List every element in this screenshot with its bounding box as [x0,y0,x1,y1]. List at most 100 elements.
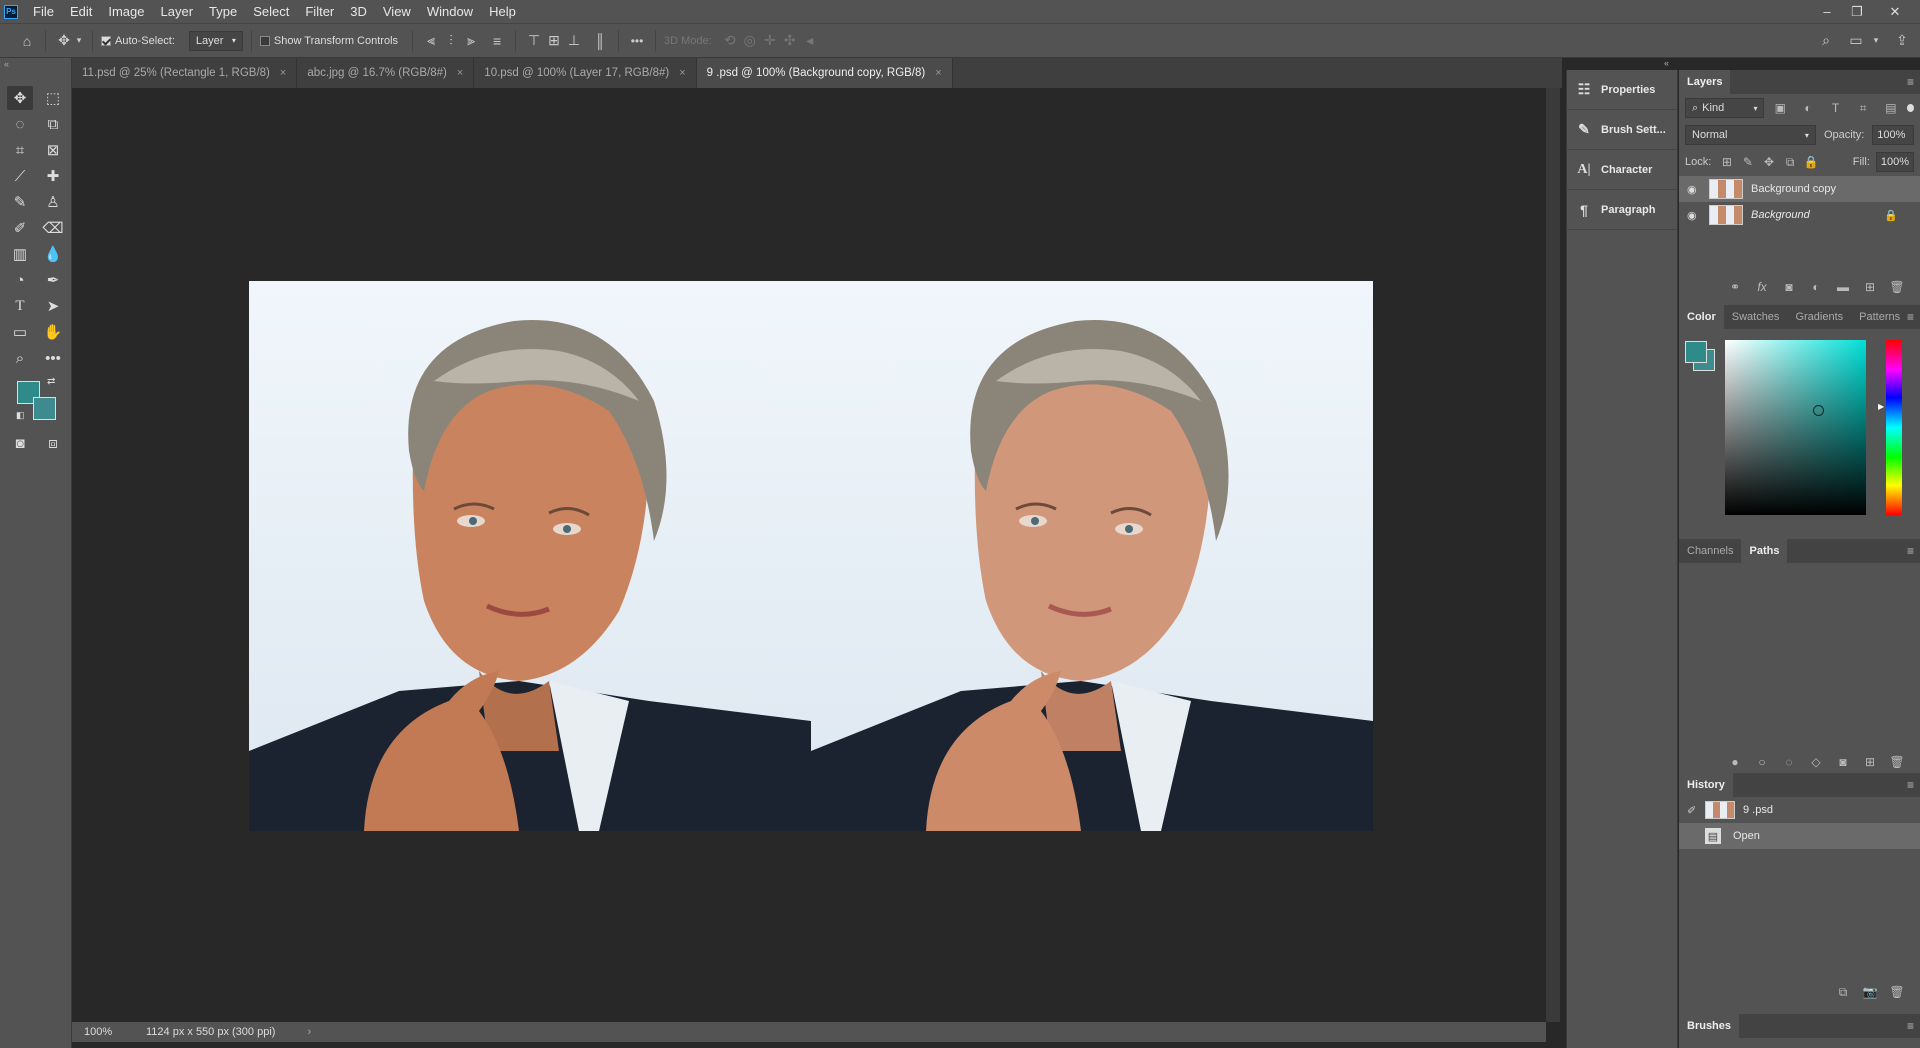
lock-transparent-icon[interactable]: ⊞ [1717,155,1736,169]
collapse-tools-icon[interactable]: « [4,59,9,69]
background-color-swatch[interactable] [33,397,56,420]
dodge-icon[interactable]: ◔ [7,268,33,292]
workspace-icon[interactable]: ▭ [1846,31,1866,51]
tab-9-psd[interactable]: 9 .psd @ 100% (Background copy, RGB/8) × [696,58,953,88]
hue-slider[interactable] [1886,340,1902,515]
load-selection-icon[interactable]: ◌ [1776,755,1802,769]
lock-artboard-icon[interactable]: ⧉ [1781,155,1800,170]
fill-field[interactable]: 100% [1875,152,1915,172]
tab-gradients[interactable]: Gradients [1787,305,1851,329]
panel-character-button[interactable]: A| Character [1567,150,1677,190]
tab-color[interactable]: Color [1679,305,1724,329]
clone-stamp-icon[interactable]: ♙ [40,190,66,214]
workspace-chevron-icon[interactable]: ▾ [1866,31,1886,51]
tab-abc-jpg[interactable]: abc.jpg @ 16.7% (RGB/8#) × [297,58,475,88]
crop-icon[interactable]: ⌗ [7,138,33,162]
document-canvas[interactable] [249,281,1373,831]
edit-toolbar-icon[interactable]: ••• [40,346,66,370]
color-field[interactable] [1725,340,1866,515]
vertical-scrollbar[interactable] [1546,88,1560,1022]
delete-state-icon[interactable]: 🗑 [1884,985,1910,999]
layer-filter-dropdown[interactable]: ⌕ Kind ▾ [1685,98,1765,118]
minimize-icon[interactable]: – [1814,0,1840,23]
menu-type[interactable]: Type [201,0,245,23]
panel-menu-icon[interactable]: ≡ [1907,75,1914,89]
history-brush-icon[interactable]: ✐ [1687,804,1701,817]
menu-layer[interactable]: Layer [153,0,202,23]
brush-icon[interactable]: ✎ [7,190,33,214]
new-group-icon[interactable]: ▬ [1830,280,1856,294]
panel-menu-icon[interactable]: ≡ [1907,1019,1914,1033]
align-right-icon[interactable]: ⫸ [461,31,481,51]
filter-adjustment-icon[interactable]: ◐ [1796,101,1820,115]
move-tool-icon[interactable]: ✥ [7,86,33,110]
hue-slider-handle[interactable]: ▶ [1878,402,1884,411]
close-tab-icon[interactable]: × [679,67,685,79]
path-selection-icon[interactable]: ➤ [40,294,66,318]
add-mask-icon[interactable]: ◙ [1830,755,1856,769]
distribute-vertical-icon[interactable]: ║ [590,31,610,51]
frame-icon[interactable]: ⊠ [40,138,66,162]
tab-channels[interactable]: Channels [1679,539,1741,563]
snapshot-icon[interactable]: 📷 [1857,985,1883,999]
tab-layers[interactable]: Layers [1679,70,1731,94]
filter-type-icon[interactable]: T [1824,101,1848,115]
pen-icon[interactable]: ✒ [40,268,66,292]
menu-image[interactable]: Image [100,0,152,23]
blur-icon[interactable]: 💧 [40,242,66,266]
restore-icon[interactable]: ❐ [1844,0,1870,23]
eye-icon[interactable]: ◉ [1687,209,1701,222]
menu-3d[interactable]: 3D [342,0,375,23]
delete-layer-icon[interactable]: 🗑 [1884,280,1910,294]
status-arrow-icon[interactable]: › [307,1026,311,1038]
search-icon[interactable]: ⌕ [1816,31,1836,51]
align-left-icon[interactable]: ⫷ [421,31,441,51]
quick-mask-icon[interactable]: ◙ [7,431,33,455]
blend-mode-dropdown[interactable]: Normal ▾ [1685,125,1816,145]
more-options-icon[interactable]: ••• [627,31,647,51]
color-picker-handle[interactable] [1813,405,1824,416]
close-tab-icon[interactable]: × [935,67,941,79]
link-layers-icon[interactable]: ⚭ [1722,280,1748,294]
tab-brushes[interactable]: Brushes [1679,1014,1740,1038]
panel-paragraph-button[interactable]: ¶ Paragraph [1567,190,1677,230]
healing-brush-icon[interactable]: ✚ [40,164,66,188]
filter-smart-object-icon[interactable]: ▤ [1879,101,1903,115]
filter-pixel-icon[interactable]: ▣ [1768,101,1792,115]
zoom-level[interactable]: 100% [84,1026,124,1038]
menu-edit[interactable]: Edit [62,0,100,23]
align-center-icon[interactable]: ⫶ [441,31,461,51]
menu-file[interactable]: File [25,0,62,23]
auto-select-checkbox[interactable]: Auto-Select: [101,35,175,47]
align-top-icon[interactable]: ⊤ [524,31,544,51]
layer-background[interactable]: ◉ Background 🔒 [1679,202,1920,228]
default-colors-icon[interactable]: ◧ [16,410,25,421]
chevron-down-icon[interactable]: ▾ [74,31,84,51]
history-state-open[interactable]: ▤ Open [1679,823,1920,849]
type-icon[interactable]: T [7,294,33,318]
menu-filter[interactable]: Filter [297,0,342,23]
eye-icon[interactable]: ◉ [1687,183,1701,196]
move-tool-icon[interactable]: ✥ [54,31,74,51]
tab-history[interactable]: History [1679,773,1733,797]
tab-paths[interactable]: Paths [1741,539,1788,563]
make-path-icon[interactable]: ◇ [1803,755,1829,769]
history-brush-icon[interactable]: ✐ [7,216,33,240]
foreground-color-swatch[interactable] [1685,341,1707,363]
add-mask-icon[interactable]: ◙ [1776,280,1802,294]
panel-menu-icon[interactable]: ≡ [1907,778,1914,792]
filter-shape-icon[interactable]: ⌗ [1851,101,1875,116]
distribute-icon[interactable]: ≡ [487,31,507,51]
screen-mode-icon[interactable]: ⧈ [40,431,66,455]
menu-help[interactable]: Help [481,0,524,23]
share-icon[interactable]: ⇪ [1892,31,1912,51]
tab-swatches[interactable]: Swatches [1724,305,1788,329]
panel-properties-button[interactable]: ☷ Properties [1567,70,1677,110]
zoom-icon[interactable]: ⌕ [7,346,33,370]
close-tab-icon[interactable]: × [280,67,286,79]
align-middle-icon[interactable]: ⊞ [544,31,564,51]
collapse-dock-icon[interactable]: « [1664,58,1669,68]
tab-patterns[interactable]: Patterns [1851,305,1908,329]
panel-menu-icon[interactable]: ≡ [1907,310,1914,324]
stroke-path-icon[interactable]: ○ [1749,755,1775,769]
